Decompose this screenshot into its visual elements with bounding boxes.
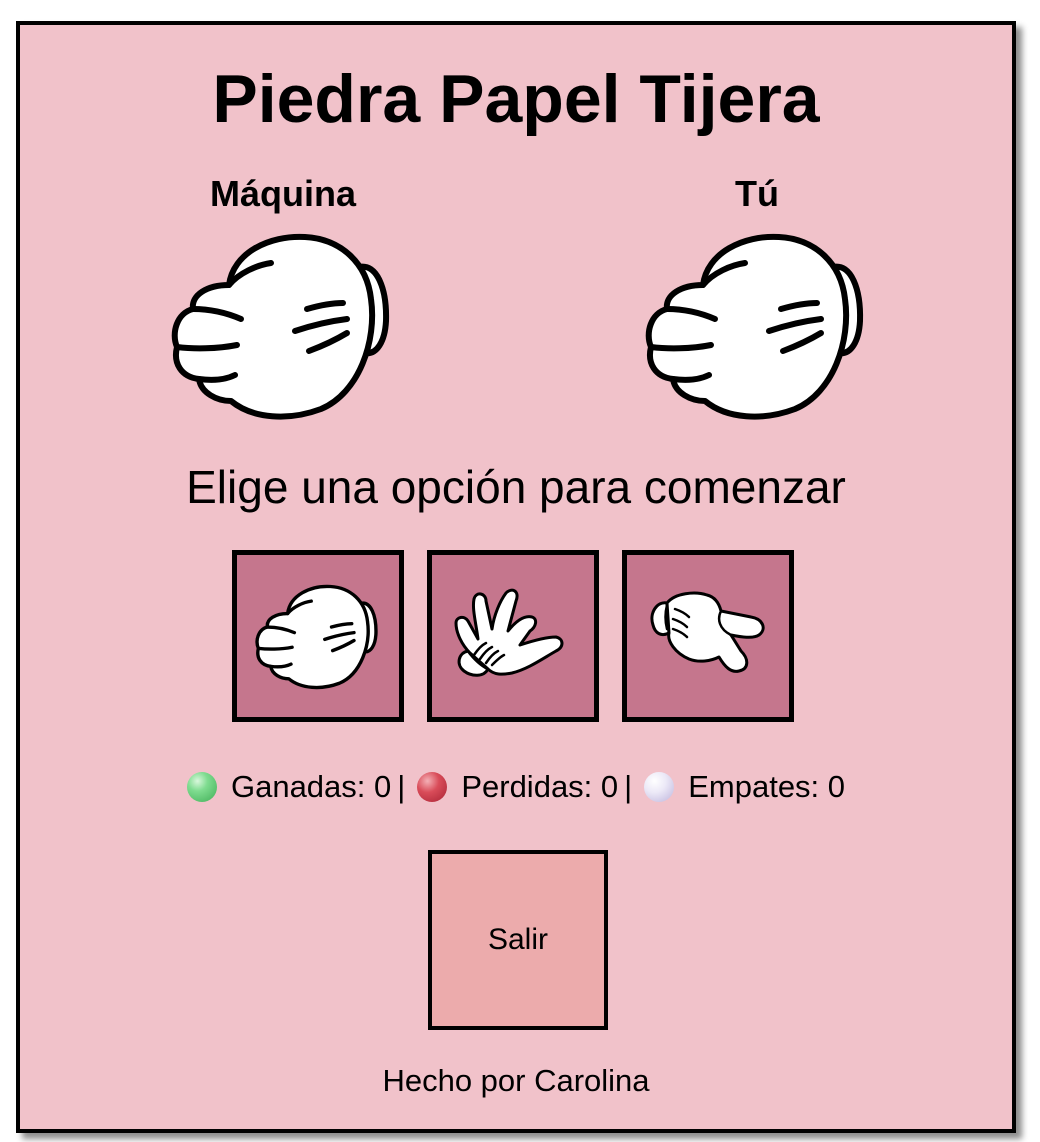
machine-label: Máquina (209, 173, 356, 214)
footer-credit: Hecho por Carolina (382, 1063, 650, 1098)
game-panel: Piedra Papel Tijera Máquina Tú Elige una… (16, 21, 1016, 1133)
player-label: Tú (735, 173, 779, 214)
game-title: Piedra Papel Tijera (212, 61, 820, 137)
rock-fist-icon (171, 229, 395, 421)
scoreboard: Ganadas: 0 | Perdidas: 0 | Empates: 0 (20, 767, 1012, 807)
rock-fist-icon (255, 573, 381, 699)
wins-indicator-dot (186, 772, 217, 802)
ties-count: Empates: 0 (688, 769, 846, 804)
player-column: Tú (637, 169, 877, 421)
wins-count: Ganadas: 0 (230, 769, 392, 804)
losses-count: Perdidas: 0 (461, 769, 619, 804)
score-separator: | (397, 769, 406, 804)
scissors-hand-icon (650, 591, 765, 673)
status-message: Elige una opción para comenzar (186, 461, 846, 513)
exit-button[interactable]: Salir (428, 850, 608, 1030)
ties-indicator-dot (644, 772, 675, 802)
rock-option-button[interactable] (232, 550, 404, 722)
rock-fist-icon (645, 229, 869, 421)
options-row (232, 550, 802, 730)
paper-option-button[interactable] (427, 550, 599, 722)
score-separator: | (624, 769, 633, 804)
scissors-option-button[interactable] (622, 550, 794, 722)
paper-hand-icon (454, 588, 564, 677)
machine-column: Máquina (163, 169, 403, 421)
losses-indicator-dot (417, 772, 448, 802)
